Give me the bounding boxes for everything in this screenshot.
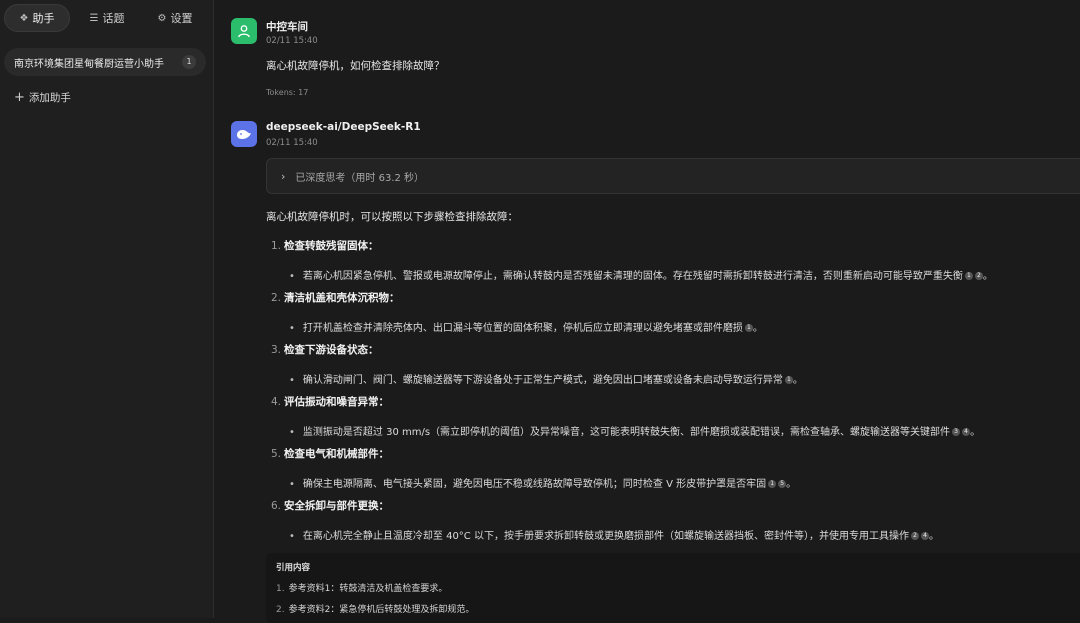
thinking-label: 已深度思考（用时 63.2 秒） [295,172,425,184]
tab-assistant-label: 助手 [32,12,55,25]
step-title: 评估振动和噪音异常： [284,396,390,408]
tab-settings-label: 设置 [170,12,193,25]
token-count: Tokens: 17 [266,88,309,97]
bullet: • [289,531,295,542]
assistant-name: 南京环境集团星甸餐厨运营小助手 [14,58,164,70]
citation-badge[interactable]: 2 [910,532,919,540]
step-heading: 2. 清洁机盖和壳体沉积物： [271,290,400,305]
plus-icon: + [14,89,25,105]
sparkle-icon: ❖ [19,12,29,24]
chevron-right-icon: › [281,169,286,183]
step-body: • 在离心机完全静止且温度冷却至 40°C 以下，按手册要求拆卸转鼓或更换磨损部件… [289,531,939,542]
user-message-time: 02/11 15:40 [266,36,318,46]
thinking-toggle[interactable]: › 已深度思考（用时 63.2 秒） [266,158,1080,194]
bot-name: deepseek-ai/DeepSeek-R1 [266,121,421,133]
gear-icon: ⚙ [157,12,167,24]
bullet: • [289,427,295,438]
sidebar: ❖ 助手 ☰ 话题 ⚙ 设置 南京环境集团星甸餐厨运营小助手 1 + 添加助手 [0,0,214,618]
bullet: • [289,375,295,386]
bullet: • [289,323,295,334]
step-text: 确认滑动闸门、阀门、螺旋输送器等下游设备处于正常生产模式，避免因出口堵塞或设备未… [302,375,783,386]
whale-icon [237,130,251,139]
step-number: 1. [271,240,282,252]
reference-text: 参考资料2：紧急停机后转鼓处理及拆卸规范。 [288,605,475,615]
step-heading: 6. 安全拆卸与部件更换： [271,498,389,513]
step-number: 3. [271,344,282,356]
step-heading: 1. 检查转鼓残留固体： [271,238,379,253]
list-icon: ☰ [89,12,99,24]
step-title: 清洁机盖和壳体沉积物： [284,292,400,304]
step-text: 若离心机因紧急停机、警报或电源故障停止，需确认转鼓内是否残留未清理的固体。存在残… [302,271,963,282]
bot-message-time: 02/11 15:40 [266,138,318,148]
step-text: 监测振动是否超过 30 mm/s（需立即停机的阈值）及异常噪音，这可能表明转鼓失… [302,427,951,438]
add-assistant-label: 添加助手 [28,92,71,104]
tab-topics-label: 话题 [102,12,125,25]
step-number: 6. [271,500,282,512]
citation-badge[interactable]: 1 [784,376,793,384]
sidebar-tabs: ❖ 助手 ☰ 话题 ⚙ 设置 [4,4,209,32]
citation-badge[interactable]: 4 [962,428,971,436]
answer-intro: 离心机故障停机时，可以按照以下步骤检查排除故障： [266,211,518,223]
reference-text: 参考资料1：转鼓清洁及机盖检查要求。 [288,584,448,594]
citation-badge[interactable]: 5 [778,480,787,488]
step-title: 检查电气和机械部件： [284,448,390,460]
reference-number: 1. [276,584,285,594]
references-title: 引用内容 [276,563,311,573]
step-heading: 5. 检查电气和机械部件： [271,446,389,461]
bullet: • [289,271,295,282]
reference-item[interactable]: 1. 参考资料1：转鼓清洁及机盖检查要求。 [276,581,447,594]
person-icon [238,25,250,38]
step-heading: 3. 检查下游设备状态： [271,342,379,357]
citation-badge[interactable]: 3 [952,428,961,436]
tab-settings[interactable]: ⚙ 设置 [142,4,208,32]
step-title: 安全拆卸与部件更换： [284,500,390,512]
reference-item[interactable]: 2. 参考资料2：紧急停机后转鼓处理及拆卸规范。 [276,602,474,615]
citation-badge[interactable]: 1 [744,324,753,332]
step-title: 检查转鼓残留固体： [284,240,379,252]
tab-assistant[interactable]: ❖ 助手 [4,4,70,32]
citation-badge[interactable]: 4 [920,532,929,540]
step-body: • 确保主电源隔离、电气接头紧固，避免因电压不稳或线路故障导致停机；同时检查 V … [289,479,797,490]
bullet: • [289,479,295,490]
citation-badge[interactable]: 1 [768,480,777,488]
citation-badge[interactable]: 2 [974,272,983,280]
user-name: 中控车间 [266,21,308,33]
step-title: 检查下游设备状态： [284,344,379,356]
add-assistant-button[interactable]: + 添加助手 [14,90,71,105]
step-text: 确保主电源隔离、电气接头紧固，避免因电压不稳或线路故障导致停机；同时检查 V 形… [302,479,767,490]
step-number: 2. [271,292,282,304]
step-text: 打开机盖检查并清除壳体内、出口漏斗等位置的固体积聚，停机后应立即清理以避免堵塞或… [302,323,743,334]
references-panel: 引用内容 1. 参考资料1：转鼓清洁及机盖检查要求。 2. 参考资料2：紧急停机后转… [266,553,1080,623]
tab-topics[interactable]: ☰ 话题 [74,4,140,32]
step-body: • 若离心机因紧急停机、警报或电源故障停止，需确认转鼓内是否残留未清理的固体。存在… [289,271,993,282]
step-body: • 打开机盖检查并清除壳体内、出口漏斗等位置的固体积聚，停机后应立即清理以避免堵塞… [289,323,763,334]
step-body: • 监测振动是否超过 30 mm/s（需立即停机的阈值）及异常噪音，这可能表明转鼓… [289,427,981,438]
chat-area: 中控车间 02/11 15:40 离心机故障停机，如何检查排除故障？ Token… [215,0,1080,623]
step-number: 5. [271,448,282,460]
step-number: 4. [271,396,282,408]
user-avatar[interactable] [231,18,257,44]
step-body: • 确认滑动闸门、阀门、螺旋输送器等下游设备处于正常生产模式，避免因出口堵塞或设备… [289,375,803,386]
topic-count-badge: 1 [182,55,196,69]
sidebar-item-assistant[interactable]: 南京环境集团星甸餐厨运营小助手 1 [4,48,206,76]
step-heading: 4. 评估振动和噪音异常： [271,394,389,409]
step-text: 在离心机完全静止且温度冷却至 40°C 以下，按手册要求拆卸转鼓或更换磨损部件（… [302,531,909,542]
bot-avatar[interactable] [231,121,257,147]
citation-badge[interactable]: 1 [964,272,973,280]
reference-number: 2. [276,605,285,615]
user-message-text: 离心机故障停机，如何检查排除故障？ [266,60,445,72]
